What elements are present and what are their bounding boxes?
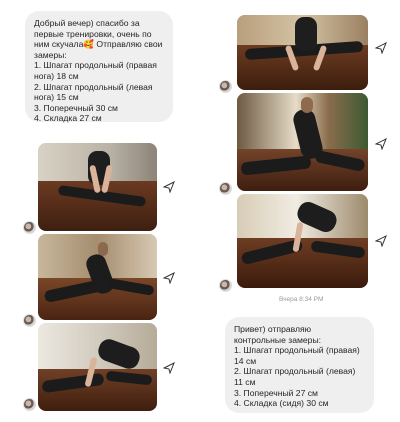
- avatar[interactable]: [219, 80, 232, 93]
- message-line: 2. Шпагат продольный (левая: [34, 81, 153, 92]
- message-bubble-second: Привет) отправляю контрольные замеры: 1.…: [225, 317, 374, 413]
- message-line: 4. Складка 27 см: [34, 113, 102, 124]
- photo-split-right-1[interactable]: [237, 15, 368, 90]
- share-arrow-icon[interactable]: [163, 362, 175, 374]
- message-bubble-first: Добрый вечер) спасибо за первые трениров…: [25, 11, 173, 124]
- message-line: замеры:: [34, 49, 67, 60]
- avatar[interactable]: [219, 182, 232, 195]
- share-arrow-icon[interactable]: [375, 42, 387, 54]
- avatar[interactable]: [23, 221, 36, 234]
- share-arrow-icon[interactable]: [375, 138, 387, 150]
- message-line: ним скучала🥰 Отправляю свои: [34, 39, 163, 50]
- photo-split-right-2[interactable]: [237, 93, 368, 191]
- share-arrow-icon[interactable]: [163, 272, 175, 284]
- timestamp: Вчера 8:34 PM: [279, 296, 324, 303]
- message-line: 2. Шпагат продольный (левая): [234, 366, 356, 377]
- photo-split-front[interactable]: [38, 143, 157, 231]
- message-line: 1. Шпагат продольный (правая): [234, 345, 360, 356]
- photo-split-side-1[interactable]: [38, 234, 157, 320]
- message-line: контрольные замеры:: [234, 334, 322, 345]
- message-line: 3. Поперечный 27 см: [234, 387, 318, 398]
- avatar[interactable]: [23, 314, 36, 327]
- message-line: 14 см: [234, 355, 257, 366]
- share-arrow-icon[interactable]: [163, 181, 175, 193]
- message-line: 1. Шпагат продольный (правая: [34, 60, 157, 71]
- message-line: 3. Поперечный 30 см: [34, 102, 118, 113]
- message-line: 4. Складка (сидя) 30 см: [234, 398, 329, 409]
- message-line: нога) 18 см: [34, 70, 79, 81]
- message-line: первые тренировки, очень по: [34, 28, 152, 39]
- message-line: Добрый вечер) спасибо за: [34, 18, 140, 28]
- avatar[interactable]: [219, 279, 232, 292]
- photo-split-right-3[interactable]: [237, 194, 368, 288]
- message-line: Привет) отправляю: [234, 324, 312, 334]
- message-line: нога) 15 см: [34, 92, 79, 103]
- message-line: 11 см: [234, 376, 256, 387]
- avatar[interactable]: [23, 398, 36, 411]
- share-arrow-icon[interactable]: [375, 235, 387, 247]
- photo-split-side-2[interactable]: [38, 323, 157, 411]
